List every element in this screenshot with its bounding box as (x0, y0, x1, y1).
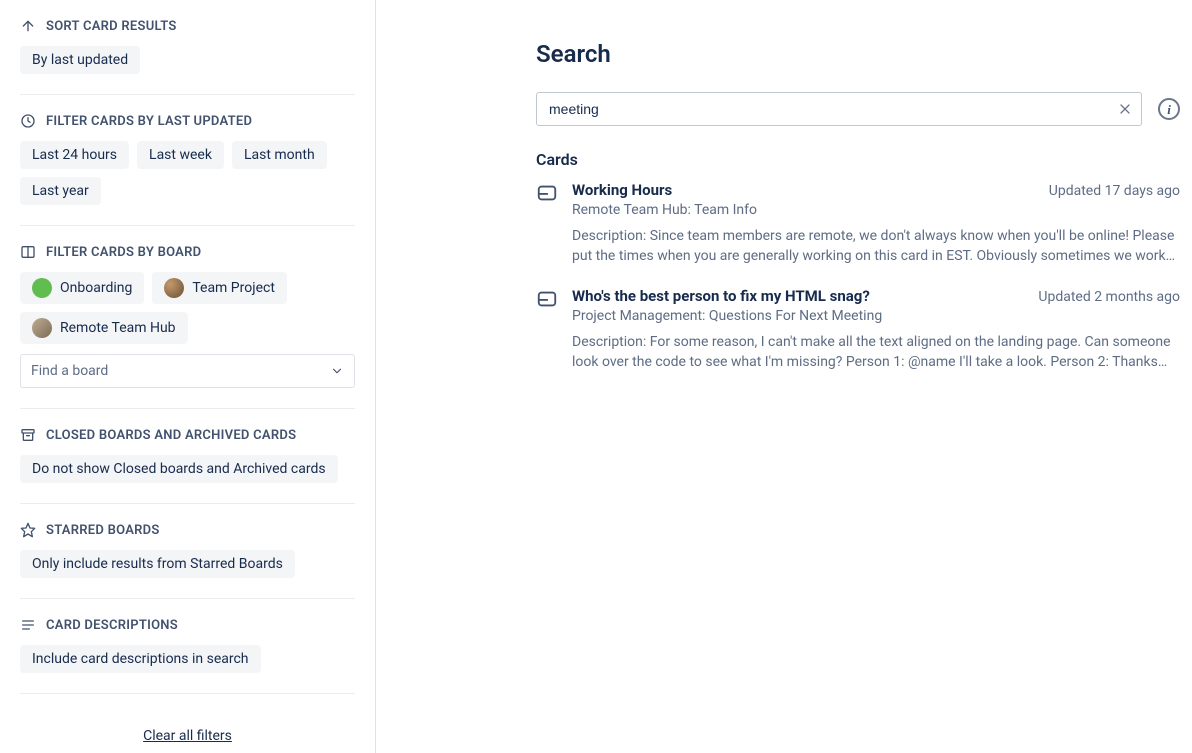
last-updated-title: FILTER CARDS BY LAST UPDATED (46, 114, 252, 129)
result-title: Who's the best person to fix my HTML sna… (572, 287, 870, 305)
divider (20, 225, 355, 226)
descriptions-section: CARD DESCRIPTIONS Include card descripti… (20, 617, 355, 673)
by-board-header: FILTER CARDS BY BOARD (20, 244, 355, 260)
board-color-swatch (32, 318, 52, 338)
search-input-wrap (536, 92, 1142, 126)
clear-search-button[interactable] (1116, 100, 1134, 118)
divider (20, 503, 355, 504)
board-chip-label: Team Project (192, 280, 275, 296)
result-title: Working Hours (572, 181, 672, 199)
board-chip-remote-team-hub[interactable]: Remote Team Hub (20, 312, 188, 344)
search-row: i (536, 92, 1180, 126)
divider (20, 408, 355, 409)
search-result[interactable]: Who's the best person to fix my HTML sna… (536, 287, 1180, 373)
last-updated-header: FILTER CARDS BY LAST UPDATED (20, 113, 355, 129)
filter-sidebar: SORT CARD RESULTS By last updated FILTER… (0, 0, 376, 753)
closed-header: CLOSED BOARDS AND ARCHIVED CARDS (20, 427, 355, 443)
search-result[interactable]: Working Hours Updated 17 days ago Remote… (536, 181, 1180, 267)
closed-section: CLOSED BOARDS AND ARCHIVED CARDS Do not … (20, 427, 355, 483)
search-main: Search i Cards Working Hours Updated 17 … (376, 0, 1192, 753)
board-chip-onboarding[interactable]: Onboarding (20, 272, 144, 304)
filter-chip-24h[interactable]: Last 24 hours (20, 141, 129, 169)
arrow-up-icon (20, 18, 36, 34)
divider (20, 598, 355, 599)
sort-chip[interactable]: By last updated (20, 46, 140, 74)
archive-icon (20, 427, 36, 443)
divider (20, 693, 355, 694)
starred-chip[interactable]: Only include results from Starred Boards (20, 550, 295, 578)
sort-title: SORT CARD RESULTS (46, 19, 177, 34)
sort-section: SORT CARD RESULTS By last updated (20, 18, 355, 74)
board-color-swatch (32, 278, 52, 298)
descriptions-title: CARD DESCRIPTIONS (46, 618, 178, 633)
clear-all-filters-link[interactable]: Clear all filters (143, 728, 232, 744)
divider (20, 94, 355, 95)
card-icon (536, 288, 558, 310)
closed-title: CLOSED BOARDS AND ARCHIVED CARDS (46, 428, 296, 443)
board-icon (20, 244, 36, 260)
result-breadcrumb: Project Management: Questions For Next M… (572, 308, 1180, 324)
descriptions-chip[interactable]: Include card descriptions in search (20, 645, 261, 673)
card-icon (536, 182, 558, 204)
result-description: Description: Since team members are remo… (572, 226, 1180, 267)
clock-icon (20, 113, 36, 129)
search-info-button[interactable]: i (1158, 98, 1180, 120)
result-description: Description: For some reason, I can't ma… (572, 332, 1180, 373)
filter-chip-week[interactable]: Last week (137, 141, 224, 169)
result-updated: Updated 2 months ago (1038, 289, 1180, 305)
sort-header: SORT CARD RESULTS (20, 18, 355, 34)
page-title: Search (536, 40, 1180, 68)
by-board-section: FILTER CARDS BY BOARD Onboarding Team Pr… (20, 244, 355, 388)
clear-filters-row: Clear all filters (20, 712, 355, 744)
result-breadcrumb: Remote Team Hub: Team Info (572, 202, 1180, 218)
starred-header: STARRED BOARDS (20, 522, 355, 538)
board-chip-team-project[interactable]: Team Project (152, 272, 287, 304)
results-heading: Cards (536, 150, 1180, 169)
last-updated-section: FILTER CARDS BY LAST UPDATED Last 24 hou… (20, 113, 355, 205)
find-a-board-placeholder: Find a board (31, 363, 108, 379)
filter-chip-year[interactable]: Last year (20, 177, 101, 205)
descriptions-header: CARD DESCRIPTIONS (20, 617, 355, 633)
star-icon (20, 522, 36, 538)
search-input[interactable] (536, 92, 1142, 126)
close-icon (1117, 101, 1133, 117)
board-chip-label: Onboarding (60, 280, 132, 296)
find-a-board-select[interactable]: Find a board (20, 354, 355, 388)
closed-chip[interactable]: Do not show Closed boards and Archived c… (20, 455, 338, 483)
chevron-down-icon (330, 364, 344, 378)
board-color-swatch (164, 278, 184, 298)
starred-section: STARRED BOARDS Only include results from… (20, 522, 355, 578)
board-chip-label: Remote Team Hub (60, 320, 176, 336)
starred-title: STARRED BOARDS (46, 523, 160, 538)
result-updated: Updated 17 days ago (1049, 183, 1180, 199)
filter-chip-month[interactable]: Last month (232, 141, 327, 169)
by-board-title: FILTER CARDS BY BOARD (46, 245, 201, 260)
text-lines-icon (20, 617, 36, 633)
